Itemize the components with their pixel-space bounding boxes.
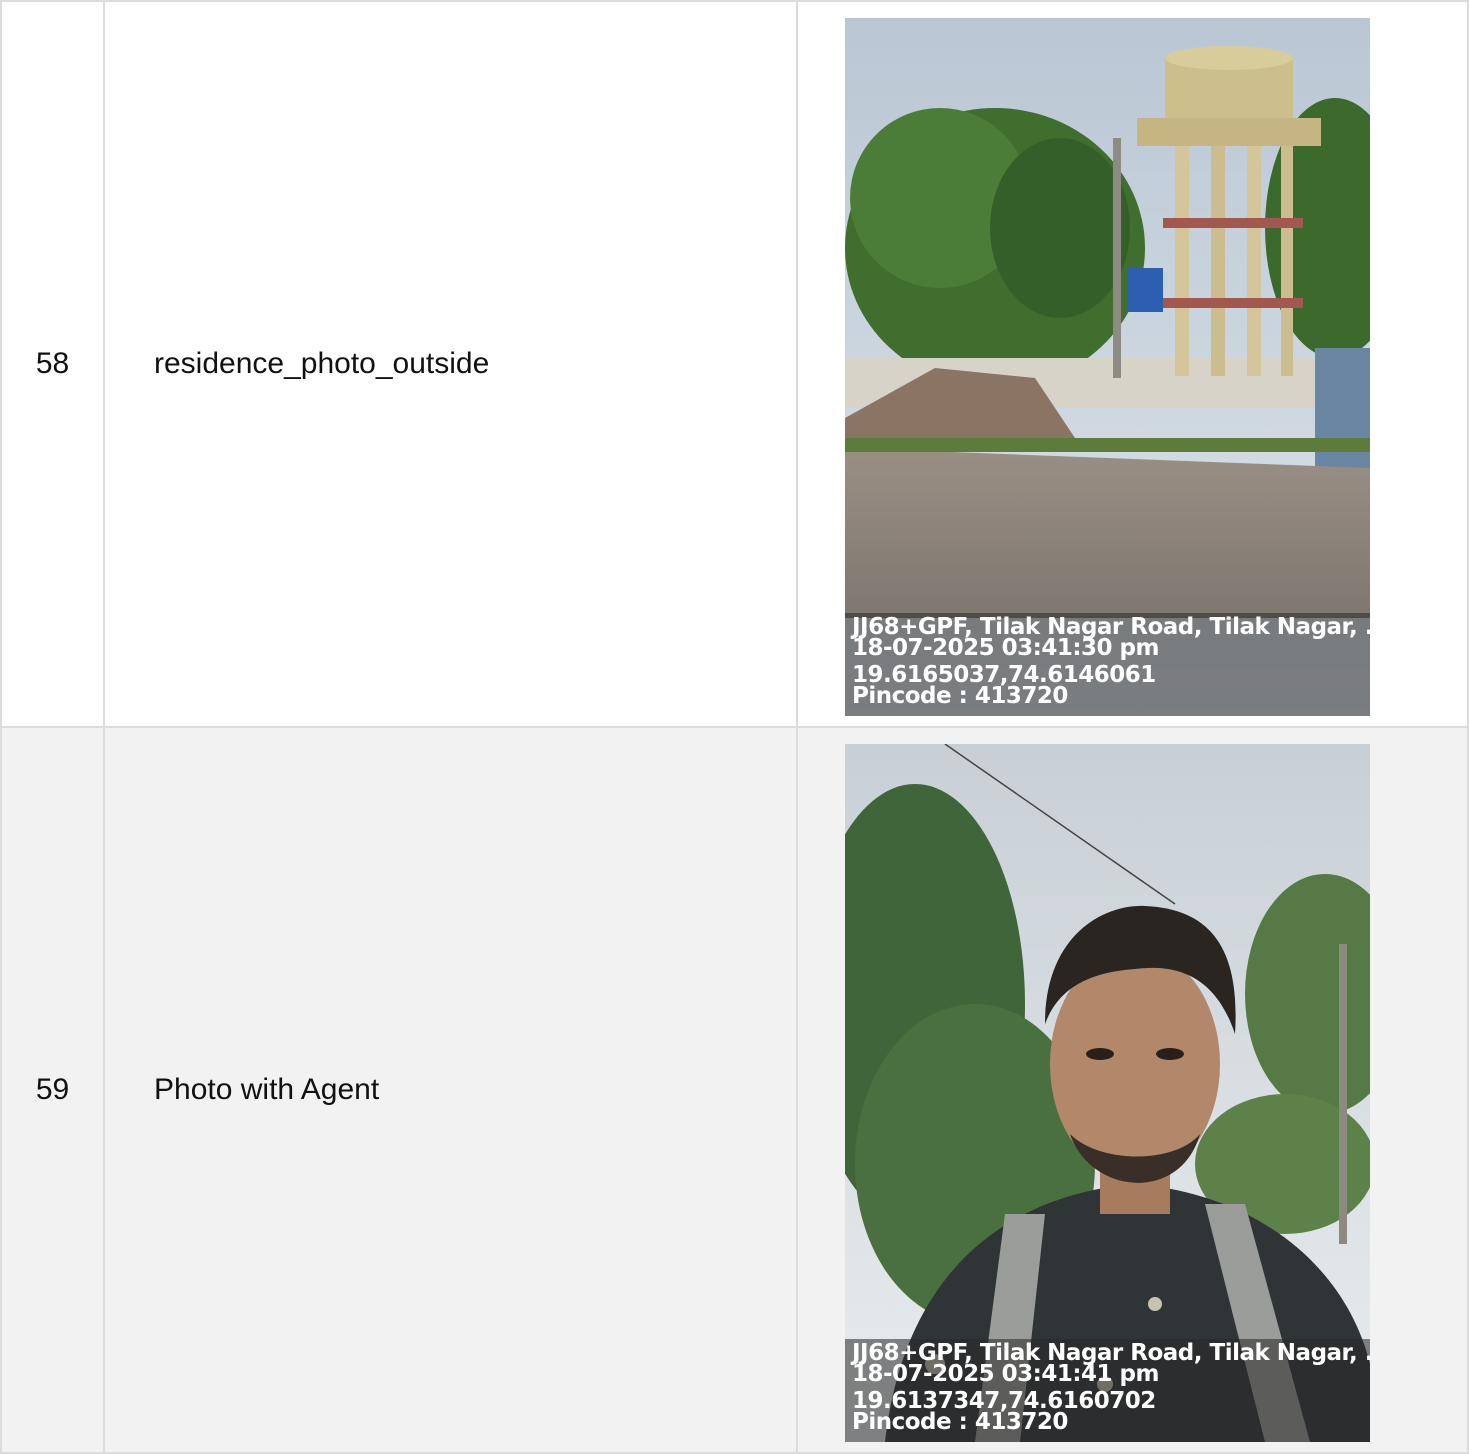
row-number: 58 <box>0 0 105 728</box>
field-label: residence_photo_outside <box>103 0 798 728</box>
stamp-datetime: 18-07-2025 03:41:41 pm <box>852 1361 1159 1387</box>
table-row: 58 residence_photo_outside JJ68+GPF, Til… <box>0 0 1469 728</box>
photo-cell: JJ68+GPF, Tilak Nagar Road, Tilak Nagar,… <box>796 0 1469 728</box>
photo-stamp: JJ68+GPF, Tilak Nagar Road, Tilak Nagar,… <box>845 613 1370 716</box>
stamp-datetime: 18-07-2025 03:41:30 pm <box>852 635 1159 661</box>
residence-photo-scene <box>845 18 1370 716</box>
table-row: 59 Photo with Agent JJ68+GPF, Tilak Naga… <box>0 726 1469 1454</box>
residence-photo[interactable]: JJ68+GPF, Tilak Nagar Road, Tilak Nagar,… <box>845 18 1370 716</box>
stamp-pincode: Pincode : 413720 <box>852 1409 1068 1435</box>
stamp-pincode: Pincode : 413720 <box>852 683 1068 709</box>
row-number: 59 <box>0 726 105 1454</box>
field-label: Photo with Agent <box>103 726 798 1454</box>
photo-stamp: JJ68+GPF, Tilak Nagar Road, Tilak Nagar,… <box>845 1339 1370 1442</box>
agent-photo[interactable]: JJ68+GPF, Tilak Nagar Road, Tilak Nagar,… <box>845 744 1370 1442</box>
agent-photo-scene <box>845 744 1370 1442</box>
photo-cell: JJ68+GPF, Tilak Nagar Road, Tilak Nagar,… <box>796 726 1469 1454</box>
report-table: 58 residence_photo_outside JJ68+GPF, Til… <box>0 0 1469 1454</box>
